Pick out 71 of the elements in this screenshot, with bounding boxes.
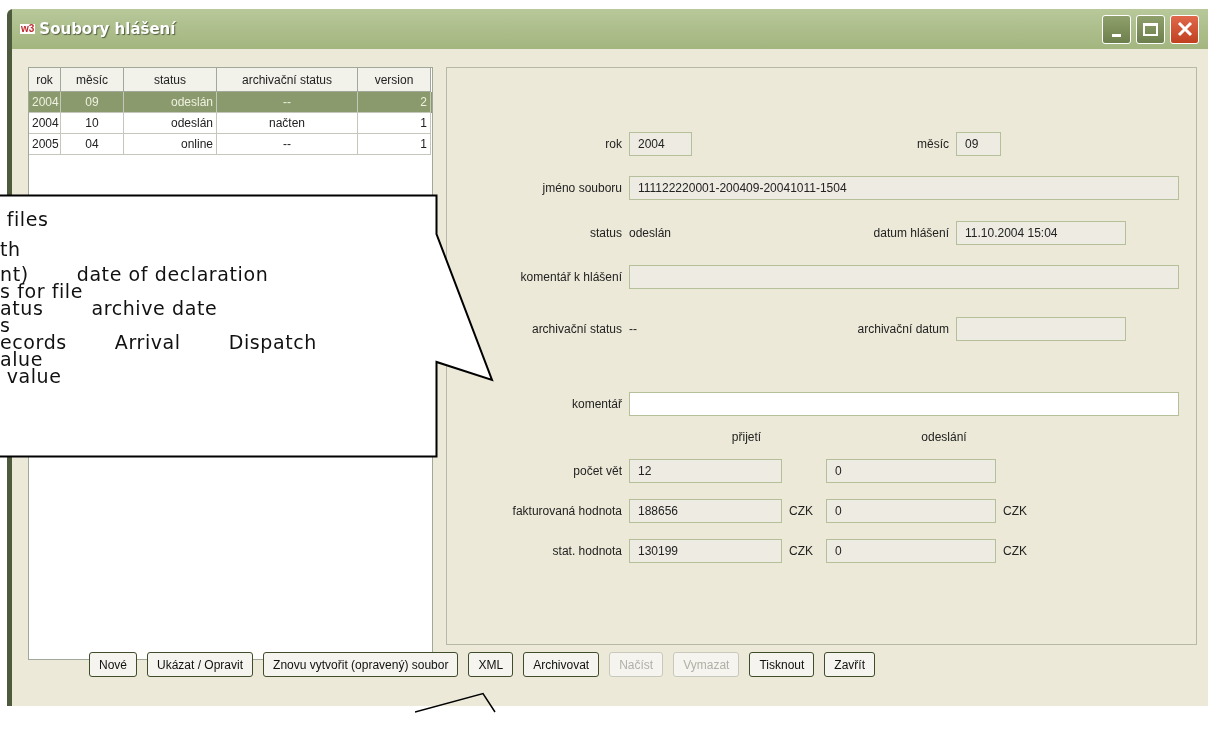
field-label: archivační status — [530, 321, 622, 338]
app-icon: w3 — [20, 24, 36, 34]
callout-text: archive date — [91, 300, 218, 317]
action-button[interactable]: Zavřít — [824, 652, 875, 677]
callout-text: s for file — [0, 283, 84, 300]
callout-text: value — [6, 368, 62, 385]
callout-text: atus — [0, 300, 44, 317]
callout-text: Arrival — [114, 334, 181, 351]
field-label: komentář k hlášení — [519, 269, 622, 286]
file-name-field[interactable]: 111122220001-200409-20041011-1504 — [629, 176, 1179, 200]
field-label: stat. hodnota — [551, 543, 622, 560]
column-label: přijetí — [730, 429, 763, 446]
callout-text: date of declaration — [76, 266, 269, 283]
table-row[interactable]: 2005 04 online -- 1 — [29, 134, 432, 155]
maximize-button[interactable] — [1136, 14, 1165, 44]
action-button[interactable]: Archivovat — [523, 652, 600, 677]
column-header[interactable]: version — [358, 68, 431, 92]
table-cell: -- — [217, 134, 358, 155]
currency-label: CZK — [1003, 503, 1027, 520]
action-button[interactable]: XML — [468, 652, 514, 677]
field-label: datum hlášení — [872, 225, 949, 242]
report-comment-field[interactable] — [629, 265, 1179, 289]
close-button[interactable] — [1170, 14, 1199, 44]
comment-field[interactable] — [629, 392, 1179, 416]
column-header[interactable]: status — [124, 68, 217, 92]
callout-text: th — [0, 237, 21, 262]
table-cell: 2005 — [29, 134, 61, 155]
callout-text: s — [0, 317, 11, 334]
archive-date-field[interactable] — [956, 317, 1126, 341]
amount-field[interactable]: 130199 — [629, 539, 782, 563]
amount-field[interactable]: 0 — [826, 539, 996, 563]
action-button[interactable]: Ukázat / Opravit — [147, 652, 254, 677]
window-title: Soubory hlášení — [39, 18, 176, 40]
amount-field[interactable]: 0 — [826, 459, 996, 483]
field-label: status — [589, 225, 622, 242]
close-icon — [1176, 21, 1193, 37]
table-cell: 1 — [358, 134, 431, 155]
field-label: komentář — [570, 396, 622, 413]
archive-status-value: -- — [629, 321, 638, 338]
table-cell: online — [124, 134, 217, 155]
column-header[interactable]: rok — [29, 68, 61, 92]
action-button[interactable]: Tisknout — [749, 652, 815, 677]
minimize-button[interactable] — [1102, 14, 1131, 44]
currency-label: CZK — [1003, 543, 1027, 560]
action-button[interactable]: Nové — [89, 652, 137, 677]
field-label: jméno souboru — [541, 180, 622, 197]
callout-text: nt) — [0, 266, 29, 283]
column-header[interactable]: měsíc — [61, 68, 124, 92]
date-field[interactable]: 11.10.2004 15:04 — [956, 221, 1126, 245]
field-label: archivační datum — [856, 321, 949, 338]
callout-text: Dispatch — [228, 334, 317, 351]
currency-label: CZK — [789, 543, 814, 560]
amount-field[interactable]: 188656 — [629, 499, 782, 523]
column-header[interactable]: archivační status — [217, 68, 358, 92]
field-label: počet vět — [572, 463, 622, 480]
callout-text: alue — [0, 351, 44, 368]
field-label: měsíc — [916, 136, 949, 153]
field-label: rok — [604, 136, 622, 153]
callout-text: ecords — [0, 334, 67, 351]
table-cell: 04 — [61, 134, 124, 155]
month-field[interactable]: 09 — [956, 132, 1001, 156]
field-label: fakturovaná hodnota — [511, 503, 622, 520]
currency-label: CZK — [789, 503, 814, 520]
status-value: odeslán — [629, 225, 673, 242]
table-row[interactable]: 2004 10 odeslán načten 1 — [29, 113, 432, 134]
action-button[interactable]: Znovu vytvořit (opravený) soubor — [263, 652, 459, 677]
callout-text: files — [5, 207, 49, 232]
column-label: odeslání — [920, 429, 968, 446]
amount-field[interactable]: 12 — [629, 459, 782, 483]
amount-field[interactable]: 0 — [826, 499, 996, 523]
year-field[interactable]: 2004 — [629, 132, 692, 156]
